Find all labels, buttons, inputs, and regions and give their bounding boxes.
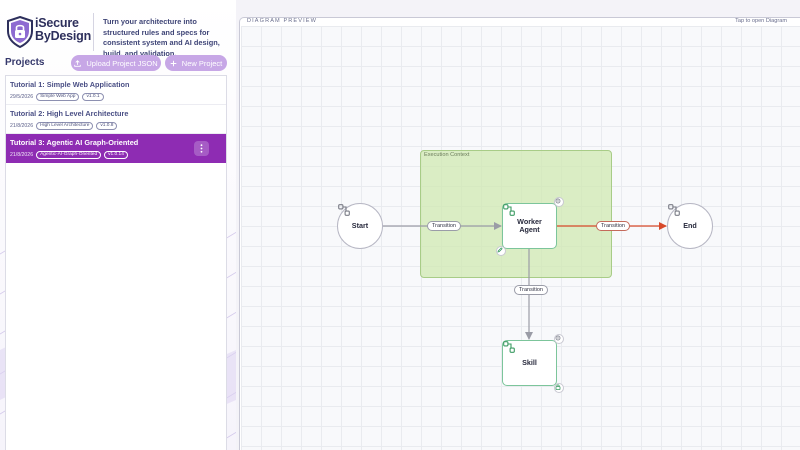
workflow-icon (668, 204, 680, 216)
workflow-icon (338, 204, 350, 216)
diagram-preview[interactable]: DIAGRAM PREVIEW Tap to open Diagram Exec… (239, 17, 800, 450)
new-project-label: New Project (181, 58, 223, 68)
projects-heading: Projects (5, 57, 45, 68)
worker-agent-label-line2: Agent (519, 225, 540, 234)
start-node[interactable]: Start (337, 203, 383, 249)
brand-tagline: Turn your architecture into structured r… (103, 17, 220, 58)
skill-lock-badge[interactable] (554, 383, 564, 393)
brand-name-line2: ByDesign (35, 29, 92, 43)
app-header: iSecure ByDesign Turn your architecture … (5, 12, 231, 58)
start-node-label: Start (351, 221, 369, 230)
end-node[interactable]: End (667, 203, 713, 249)
project-meta: 21/8/2026 High Level Architecture v1.0.8 (10, 122, 226, 130)
project-version: v1.0.8 (96, 122, 118, 130)
project-date: 29/5/2026 (10, 94, 34, 100)
project-date: 21/8/2026 (10, 123, 34, 129)
edge-label-worker-end[interactable]: Transition (596, 221, 630, 231)
edge-label-worker-skill[interactable]: Transition (514, 285, 548, 295)
project-name: Tutorial 2: High Level Architecture (10, 109, 129, 118)
new-project-button[interactable]: New Project (165, 55, 227, 71)
workflow-icon (503, 341, 515, 353)
project-version: v1.0.14 (104, 151, 128, 159)
end-node-label: End (683, 221, 697, 230)
app-logo[interactable]: iSecure ByDesign (5, 12, 93, 52)
skill-node[interactable]: Skill (502, 340, 557, 386)
upload-icon (74, 59, 82, 67)
project-version: v1.0.1 (82, 93, 104, 101)
project-list: Tutorial 1: Simple Web Application 29/5/… (5, 75, 227, 450)
upload-project-json-button[interactable]: Upload Project JSON (71, 55, 161, 71)
plus-icon (170, 60, 177, 66)
project-tag: High Level Architecture (36, 122, 94, 130)
diagram-header: DIAGRAM PREVIEW Tap to open Diagram (240, 18, 800, 26)
lock-icon (555, 384, 561, 390)
project-date: 21/8/2026 (10, 152, 34, 158)
header-divider (93, 13, 94, 51)
project-name: Tutorial 1: Simple Web Application (10, 80, 130, 89)
project-menu-button[interactable] (194, 141, 209, 156)
worker-agent-node[interactable]: Worker Agent (502, 203, 557, 249)
pencil-icon (497, 247, 503, 253)
shield-lock-icon (7, 16, 33, 48)
project-item-active[interactable]: Tutorial 3: Agentic AI Graph-Oriented 21… (6, 134, 226, 163)
workflow-icon (503, 204, 515, 216)
upload-project-json-label: Upload Project JSON (86, 58, 158, 68)
gear-icon (555, 198, 561, 204)
project-tag: Simple Web App (36, 93, 80, 101)
project-item[interactable]: Tutorial 1: Simple Web Application 29/5/… (6, 76, 226, 105)
edge-label-start-worker[interactable]: Transition (427, 221, 461, 231)
left-panel: iSecure ByDesign Turn your architecture … (0, 0, 236, 450)
diagram-canvas[interactable]: Execution Context Start Worker Agent End… (241, 26, 800, 450)
skill-settings-badge[interactable] (554, 334, 564, 344)
diagram-preview-title: DIAGRAM PREVIEW (247, 18, 317, 24)
project-tag: Agentic-AI-Graph-Oriented (36, 151, 102, 159)
worker-settings-badge[interactable] (554, 197, 564, 207)
more-vertical-icon (200, 144, 203, 153)
brand-name: iSecure ByDesign (35, 17, 91, 43)
worker-edit-badge[interactable] (496, 246, 506, 256)
project-item[interactable]: Tutorial 2: High Level Architecture 21/8… (6, 105, 226, 134)
project-meta: 29/5/2026 Simple Web App v1.0.1 (10, 93, 226, 101)
gear-icon (555, 335, 561, 341)
open-diagram-hint[interactable]: Tap to open Diagram (735, 18, 787, 24)
skill-node-label: Skill (522, 358, 537, 367)
